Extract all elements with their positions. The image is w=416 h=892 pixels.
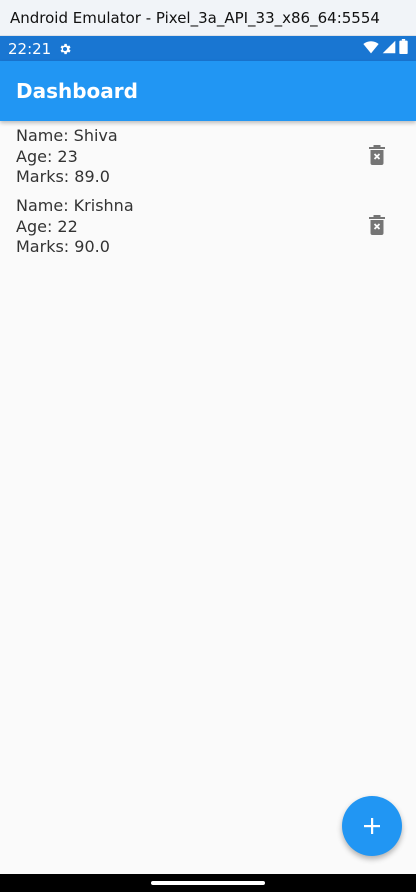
student-details: Name: Shiva Age: 23 Marks: 89.0 [16,121,416,188]
window-title: Android Emulator - Pixel_3a_API_33_x86_6… [10,8,380,27]
student-age: Age: 23 [16,146,78,166]
page-title: Dashboard [16,79,138,103]
list-item[interactable]: Name: Shiva Age: 23 Marks: 89.0 [0,121,416,191]
settings-gear-icon [58,42,72,56]
student-details: Name: Krishna Age: 22 Marks: 90.0 [16,191,416,258]
student-marks: Marks: 90.0 [16,237,110,256]
student-age: Age: 22 [16,216,78,236]
wifi-icon [363,40,379,58]
add-icon [364,818,380,834]
signal-icon [382,40,396,58]
student-marks: Marks: 89.0 [16,167,110,186]
window-title-bar: Android Emulator - Pixel_3a_API_33_x86_6… [0,0,416,36]
student-name: Name: Krishna [16,196,134,215]
device-screen: 22:21 Dashboard Name: Shiva Age: 23 Mark… [0,36,416,892]
status-time: 22:21 [8,39,52,58]
delete-icon[interactable] [366,213,388,237]
battery-icon [399,39,408,58]
status-bar: 22:21 [0,36,416,61]
navigation-bar [0,874,416,892]
student-list: Name: Shiva Age: 23 Marks: 89.0 Name: Kr… [0,121,416,261]
add-student-button[interactable] [342,796,402,856]
list-item[interactable]: Name: Krishna Age: 22 Marks: 90.0 [0,191,416,261]
status-icons [363,39,408,58]
app-bar: Dashboard [0,61,416,121]
student-name: Name: Shiva [16,126,118,145]
home-gesture-handle[interactable] [151,881,265,885]
delete-icon[interactable] [366,143,388,167]
